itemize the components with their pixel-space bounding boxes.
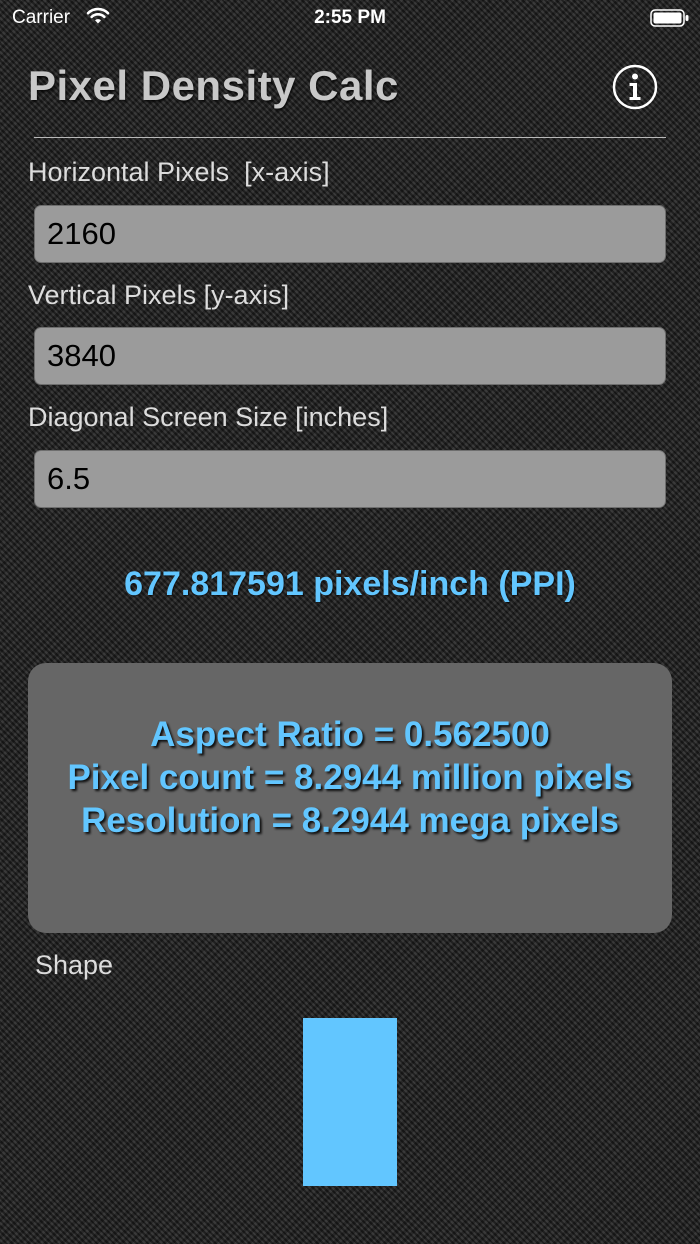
horizontal-pixels-input[interactable] (34, 205, 666, 263)
shape-label: Shape (35, 950, 114, 980)
info-icon[interactable] (612, 64, 658, 110)
header-divider (34, 137, 666, 138)
ppi-result: 677.817591 pixels/inch (PPI) (124, 565, 576, 603)
page-title: Pixel Density Calc (28, 62, 399, 109)
aspect-ratio-text: Aspect Ratio = 0.562500 (150, 715, 550, 754)
vertical-pixels-label: Vertical Pixels [y-axis] (28, 280, 290, 310)
pixel-count-text: Pixel count = 8.2944 million pixels (67, 758, 633, 797)
diagonal-size-input[interactable] (34, 450, 666, 508)
clock: 2:55 PM (314, 7, 386, 28)
horizontal-pixels-label: Horizontal Pixels [x-axis] (28, 157, 330, 187)
status-bar: Carrier 2:55 PM (0, 0, 700, 36)
diagonal-size-label: Diagonal Screen Size [inches] (28, 402, 389, 432)
results-panel: Aspect Ratio = 0.562500 Pixel count = 8.… (28, 663, 672, 933)
vertical-pixels-input[interactable] (34, 327, 666, 385)
resolution-text: Resolution = 8.2944 mega pixels (81, 801, 619, 840)
battery-icon (650, 9, 689, 27)
shape-preview (303, 1018, 397, 1186)
